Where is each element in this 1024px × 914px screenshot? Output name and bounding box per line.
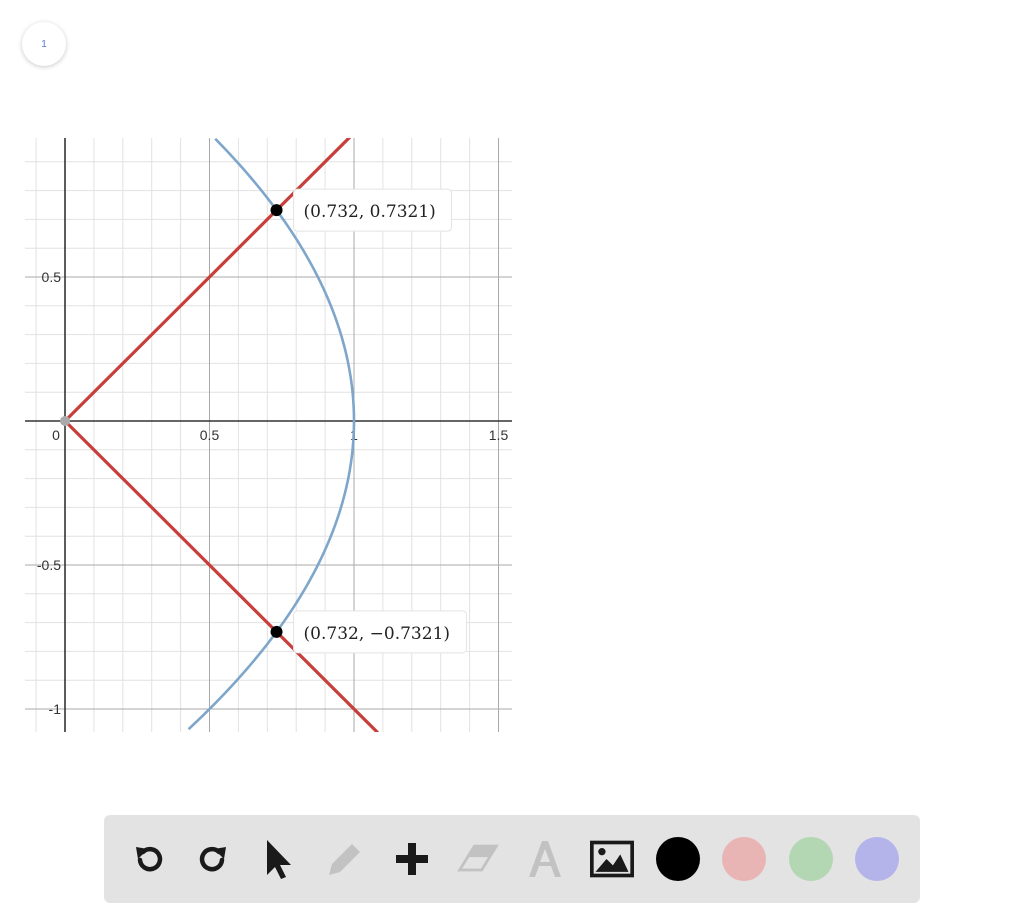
y-tick-label: 0.5 (42, 269, 62, 285)
x-tick-label: 1.5 (489, 427, 509, 443)
x-tick-label: 0 (52, 427, 60, 443)
undo-icon (136, 846, 163, 872)
add-button[interactable] (390, 837, 434, 881)
color-swatch-pink[interactable] (722, 837, 766, 881)
text-icon (529, 841, 561, 877)
y-tick-label: -0.5 (37, 557, 61, 573)
image-icon (590, 840, 634, 878)
color-swatch-lavender[interactable] (855, 837, 899, 881)
red-line-series-1 (63, 419, 379, 732)
x-tick-label: 0.5 (200, 427, 220, 443)
red-line-series-0 (63, 138, 352, 423)
select-button[interactable] (255, 837, 299, 881)
eraser-button[interactable] (456, 837, 500, 881)
redo-button[interactable] (192, 837, 236, 881)
y-tick-label: -1 (49, 701, 62, 717)
pencil-button[interactable] (323, 837, 367, 881)
pointer-icon (267, 840, 291, 879)
data-point (270, 204, 283, 217)
eraser-icon (457, 844, 499, 872)
drawing-toolbar (104, 815, 920, 903)
data-point (270, 625, 283, 638)
graph-plot: 0 0.5 1 1.50.5-0.5-1 (0.732, 0.7321)(0.732,… (25, 138, 512, 732)
text-button[interactable] (523, 837, 567, 881)
point-label: (0.732, −0.7321) (304, 624, 450, 644)
color-swatch-black[interactable] (656, 837, 700, 881)
undo-button[interactable] (126, 837, 170, 881)
point-label: (0.732, 0.7321) (304, 202, 436, 222)
color-swatch-green[interactable] (789, 837, 833, 881)
redo-icon (199, 846, 226, 872)
image-button[interactable] (590, 837, 634, 881)
data-point (60, 416, 70, 426)
pencil-icon (329, 844, 360, 875)
add-icon (396, 843, 428, 875)
